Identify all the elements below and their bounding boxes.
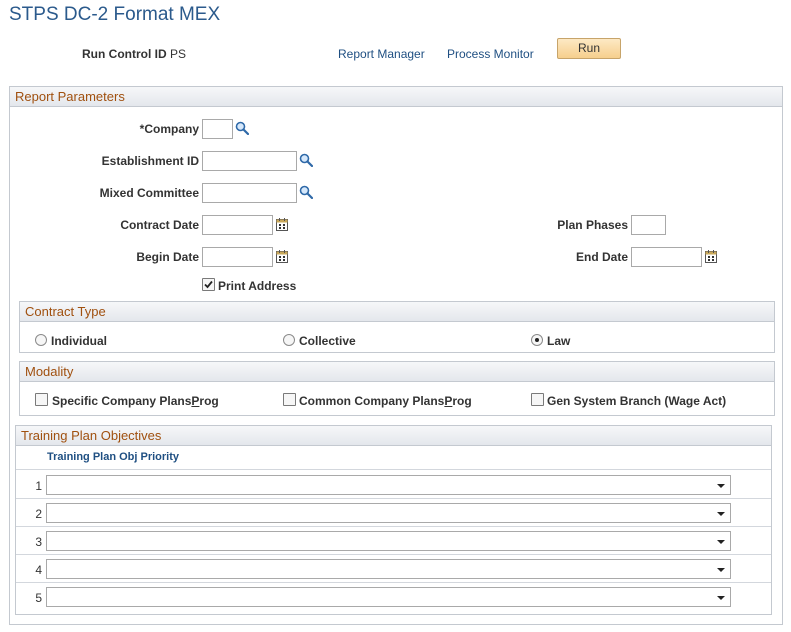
contract-type-heading: Contract Type [20, 302, 774, 322]
dropdown-arrow-icon [717, 568, 725, 572]
law-radio-label: Law [547, 334, 571, 348]
print-address-label: Print Address [218, 279, 297, 293]
plan-phases-input[interactable] [631, 215, 666, 235]
common-company-plans-checkbox[interactable] [283, 393, 296, 406]
run-control-id-label: Run Control ID [82, 47, 167, 61]
dropdown-arrow-icon [717, 512, 725, 516]
print-address-checkbox[interactable] [202, 278, 215, 291]
end-date-input[interactable] [631, 247, 702, 267]
training-plan-obj-priority-select-2[interactable] [46, 503, 731, 523]
collective-radio-label: Collective [299, 334, 356, 348]
training-plan-objectives-heading: Training Plan Objectives [16, 426, 771, 446]
establishment-id-label: Establishment ID [101, 154, 199, 168]
report-manager-link[interactable]: Report Manager [338, 47, 425, 61]
contract-date-calendar-icon[interactable] [276, 218, 288, 231]
row-divider [16, 582, 771, 583]
individual-radio-label: Individual [51, 334, 108, 348]
row-number: 2 [35, 507, 42, 521]
mixed-committee-input[interactable] [202, 183, 297, 203]
training-plan-obj-priority-select-5[interactable] [46, 587, 731, 607]
dropdown-arrow-icon [717, 484, 725, 488]
establishment-id-lookup-icon[interactable] [299, 153, 313, 167]
gen-system-branch-checkbox[interactable] [531, 393, 544, 406]
dropdown-arrow-icon [717, 596, 725, 600]
row-number: 4 [35, 563, 42, 577]
company-lookup-icon[interactable] [235, 121, 249, 135]
row-divider [16, 554, 771, 555]
report-parameters-heading: Report Parameters [10, 87, 782, 107]
gen-system-branch-label: Gen System Branch (Wage Act) [547, 394, 727, 408]
specific-company-plans-label: Specific Company PlansProg [52, 394, 219, 408]
end-date-calendar-icon[interactable] [705, 250, 717, 263]
run-control-id-value: PS [170, 47, 187, 61]
company-label: *Company [139, 122, 199, 136]
modality-heading: Modality [20, 362, 774, 382]
contract-date-label: Contract Date [120, 218, 199, 232]
begin-date-calendar-icon[interactable] [276, 250, 288, 263]
contract-date-input[interactable] [202, 215, 273, 235]
begin-date-input[interactable] [202, 247, 273, 267]
radio-selected-dot [535, 338, 539, 342]
training-plan-obj-priority-select-3[interactable] [46, 531, 731, 551]
checkmark-icon [204, 280, 213, 289]
page-title: STPS DC-2 Format MEX [9, 4, 221, 25]
row-divider [16, 498, 771, 499]
training-plan-obj-priority-select-4[interactable] [46, 559, 731, 579]
training-plan-obj-priority-column[interactable]: Training Plan Obj Priority [47, 451, 179, 463]
training-plan-obj-priority-select-1[interactable] [46, 475, 731, 495]
row-divider [16, 526, 771, 527]
row-number: 3 [35, 535, 42, 549]
grid-divider [16, 469, 771, 470]
specific-company-plans-checkbox[interactable] [35, 393, 48, 406]
contract-type-panel: Contract Type [19, 301, 775, 353]
mixed-committee-label: Mixed Committee [99, 186, 199, 200]
process-monitor-link[interactable]: Process Monitor [447, 47, 534, 61]
individual-radio[interactable] [35, 334, 47, 346]
dropdown-arrow-icon [717, 540, 725, 544]
company-input[interactable] [202, 119, 233, 139]
establishment-id-input[interactable] [202, 151, 297, 171]
end-date-label: End Date [575, 250, 628, 264]
common-company-plans-label: Common Company PlansProg [299, 394, 472, 408]
law-radio[interactable] [531, 334, 543, 346]
row-number: 1 [35, 479, 42, 493]
run-button[interactable]: Run [557, 38, 621, 59]
plan-phases-label: Plan Phases [557, 218, 628, 232]
mixed-committee-lookup-icon[interactable] [299, 185, 313, 199]
collective-radio[interactable] [283, 334, 295, 346]
begin-date-label: Begin Date [136, 250, 199, 264]
row-number: 5 [35, 591, 42, 605]
